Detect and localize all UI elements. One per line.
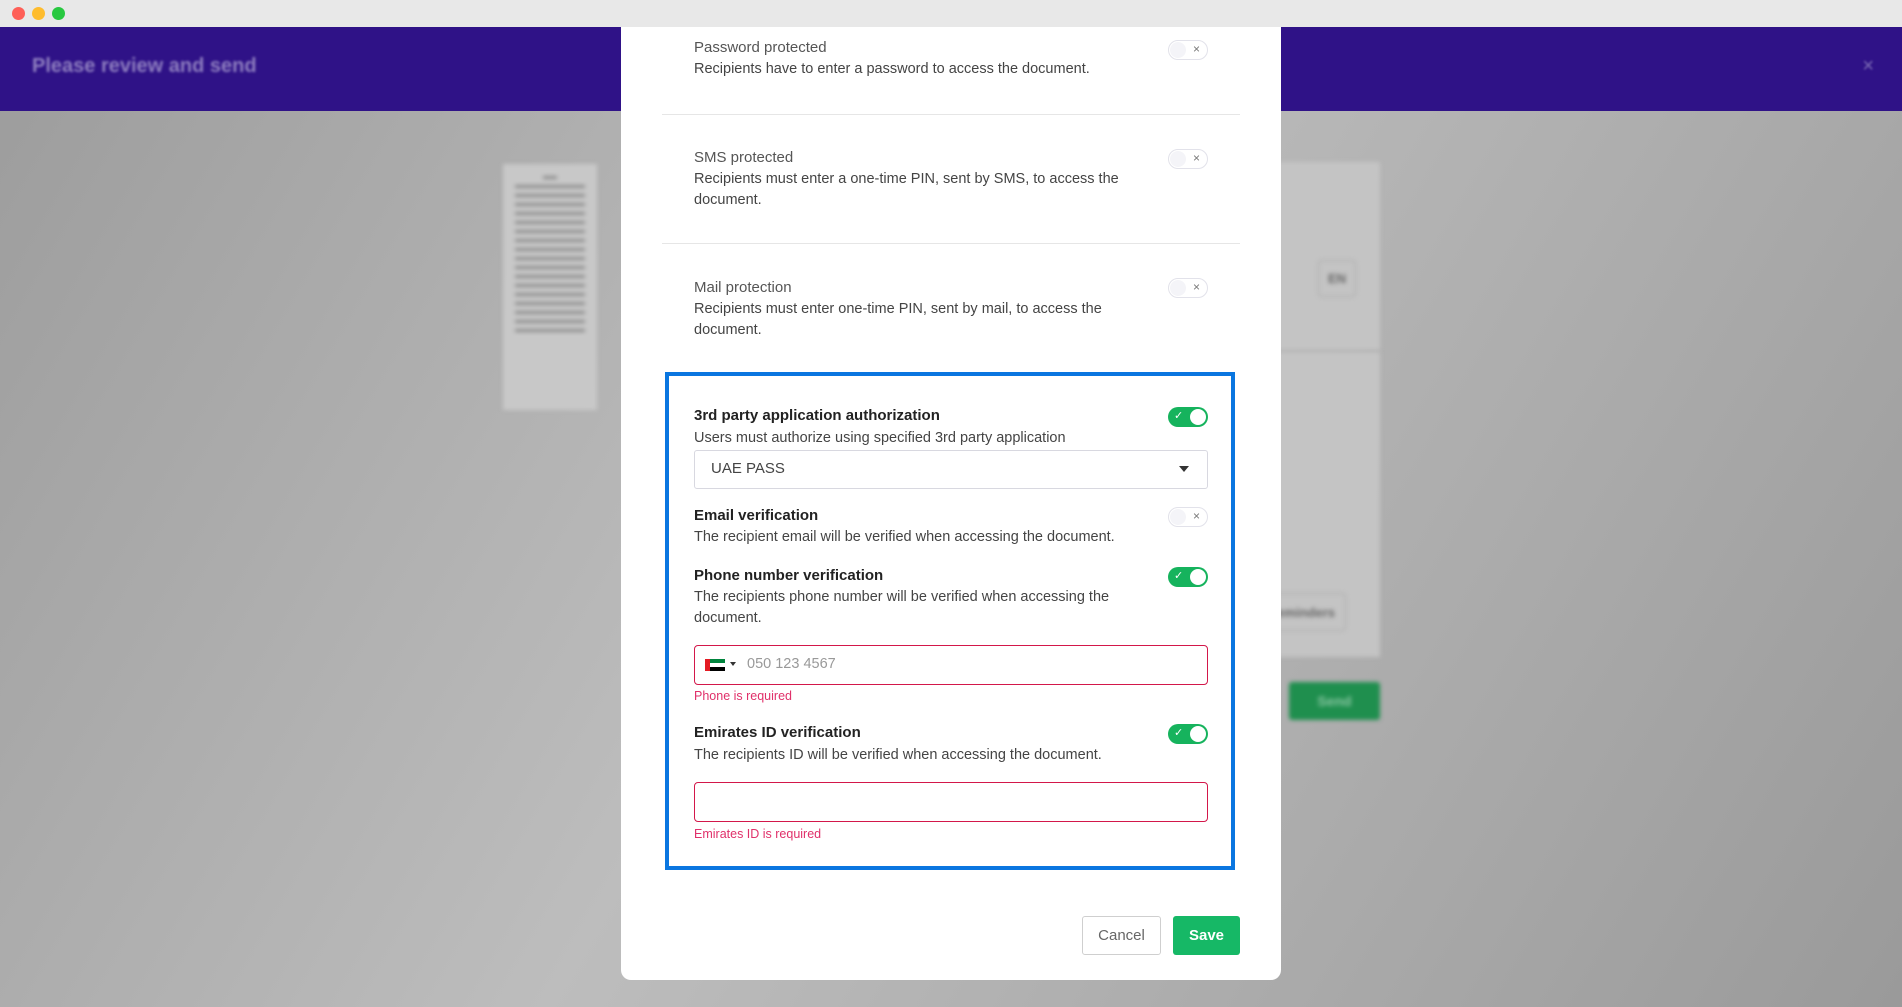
check-icon: ✓ [1174,410,1184,422]
third-party-title: 3rd party application authorization [694,407,940,424]
window-close-button[interactable] [12,7,25,20]
phone-verification-toggle[interactable]: ✓ [1168,567,1208,587]
emirates-id-error: Emirates ID is required [694,827,822,841]
phone-placeholder: 050 123 4567 [747,656,836,672]
option-description: Recipients must enter a one-time PIN, se… [694,171,1119,208]
x-icon: × [1192,151,1200,165]
phone-input[interactable]: 050 123 4567 [694,645,1208,685]
password-protected-toggle[interactable]: × [1168,40,1208,60]
emirates-id-title: Emirates ID verification [694,724,861,741]
selected-app: UAE PASS [711,460,785,477]
check-icon: ✓ [1174,570,1184,582]
third-party-app-select[interactable]: UAE PASS [694,450,1208,489]
emirates-id-description: The recipients ID will be verified when … [694,747,1102,763]
emirates-id-input[interactable] [694,782,1208,822]
x-icon: × [1192,509,1200,523]
email-verification-title: Email verification [694,507,819,524]
email-verification-toggle[interactable]: × [1168,507,1208,527]
phone-verification-description: The recipients phone number will be veri… [694,589,1110,626]
option-title: Mail protection [694,279,792,296]
background-send-button: Send [1289,682,1380,720]
option-description: Recipients have to enter a password to a… [694,61,1090,77]
phone-error: Phone is required [694,689,792,703]
email-verification-description: The recipient email will be verified whe… [694,529,1115,545]
divider [662,114,1240,115]
x-icon: × [1192,280,1200,294]
close-icon: × [1862,55,1874,77]
check-icon: ✓ [1174,727,1184,739]
divider [662,243,1240,244]
mail-protection-toggle[interactable]: × [1168,278,1208,298]
option-title: SMS protected [694,149,794,166]
emirates-id-toggle[interactable]: ✓ [1168,724,1208,744]
document-thumbnail [503,164,597,410]
window-titlebar [0,0,1902,27]
uae-flag-icon[interactable] [705,659,725,671]
phone-verification-title: Phone number verification [694,567,884,584]
country-caret-icon[interactable] [730,662,736,666]
language-button: EN [1318,260,1356,297]
third-party-description: Users must authorize using specified 3rd… [694,430,1066,446]
cancel-button[interactable]: Cancel [1082,916,1161,955]
x-icon: × [1192,42,1200,56]
window-maximize-button[interactable] [52,7,65,20]
window-minimize-button[interactable] [32,7,45,20]
save-button[interactable]: Save [1173,916,1240,955]
option-description: Recipients must enter one-time PIN, sent… [694,301,1102,338]
background-title: Please review and send [32,55,257,77]
sms-protected-toggle[interactable]: × [1168,149,1208,169]
security-settings-modal: Password protected Recipients have to en… [621,27,1281,980]
third-party-toggle[interactable]: ✓ [1168,407,1208,427]
caret-down-icon [1179,466,1189,472]
option-title: Password protected [694,39,827,56]
